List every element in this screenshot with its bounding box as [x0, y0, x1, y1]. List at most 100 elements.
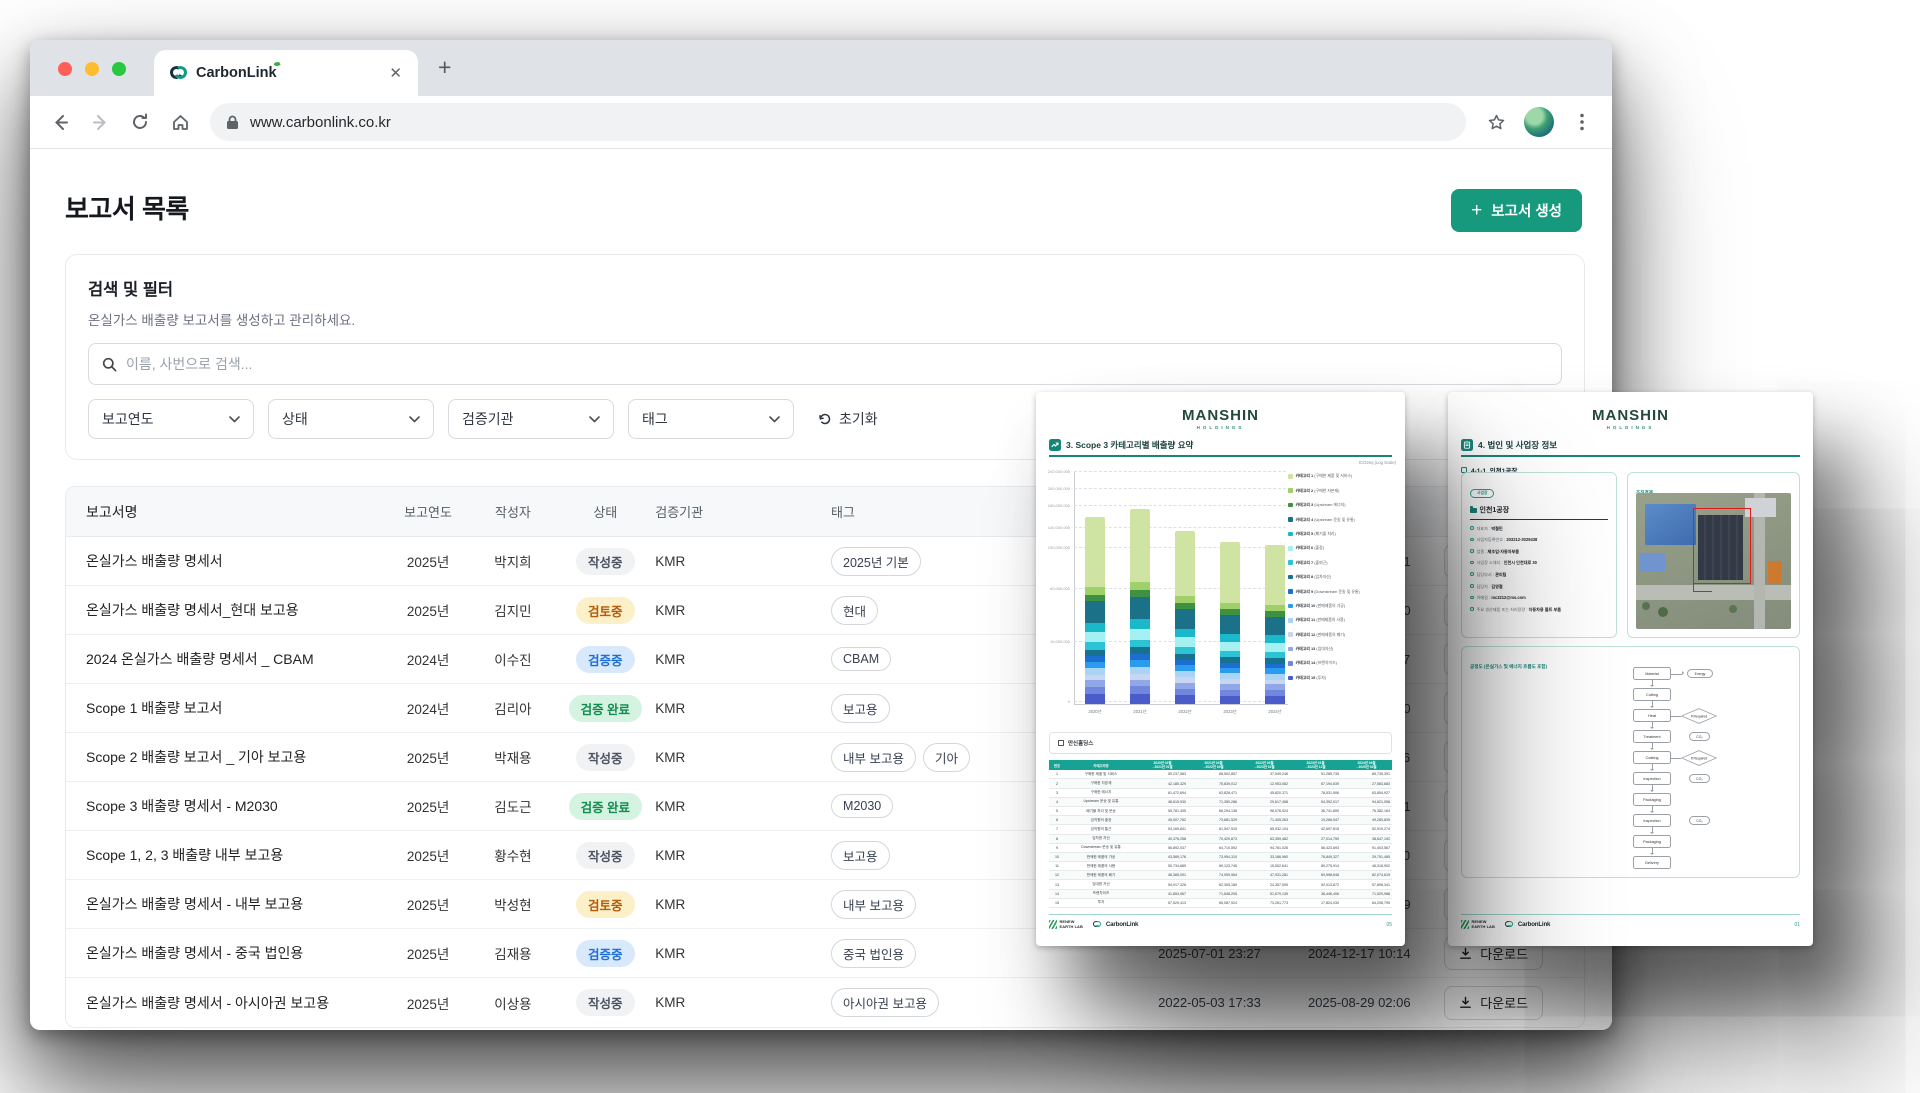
tab-close-icon[interactable]: ✕: [389, 64, 402, 82]
filter-dropdown-상태[interactable]: 상태: [268, 399, 434, 439]
legend-entry: 카테고리 6 (출장): [1288, 545, 1400, 551]
report-name[interactable]: Scope 1 배출량 보고서: [66, 698, 386, 718]
tag-pill: 내부 보고용: [831, 890, 916, 919]
bar-segment: [1130, 667, 1150, 674]
bar-segment: [1130, 582, 1150, 590]
bar-segment: [1085, 632, 1105, 642]
report-year: 2024년: [386, 698, 471, 718]
doc-table-row: 7임직원의 통근53,169,84161,547,91585,932,10442…: [1049, 825, 1392, 834]
tag-pill: M2030: [831, 794, 893, 818]
lock-icon: [226, 115, 239, 130]
report-year: 2025년: [386, 551, 471, 571]
manshin-logo: MANSHIN HOLDINGS: [1036, 392, 1405, 430]
doc1-section-title: 3. Scope 3 카테고리별 배출량 요약: [1066, 439, 1193, 451]
tag-pill: 중국 법인용: [831, 939, 916, 968]
field-icon: [1470, 572, 1474, 576]
reset-icon: [818, 412, 832, 426]
satellite-map: [1636, 493, 1791, 629]
chevron-down-icon: [229, 416, 240, 423]
back-button[interactable]: [42, 104, 78, 140]
created-timestamp: 2022-05-03 17:33: [1135, 995, 1285, 1010]
site-field: 대표자 : 박철민: [1470, 526, 1608, 532]
bar-segment: [1175, 629, 1195, 638]
scope3-data-table: 번호카테고리명2020년 02월- 2021년 01월2021년 04월- 20…: [1049, 760, 1392, 908]
site-field: 업종 : 제조업-자동차부품: [1470, 549, 1608, 555]
y-tick-label: 0: [1068, 699, 1070, 704]
report-name[interactable]: 온실가스 배출량 명세서_현대 보고용: [66, 600, 386, 620]
clipboard-icon: [1461, 439, 1473, 451]
site-field: 담당부서 : 관리팀: [1470, 572, 1608, 578]
report-name[interactable]: 2024 온실가스 배출량 명세서 _ CBAM: [66, 649, 386, 669]
bar-segment: [1220, 634, 1240, 642]
report-name[interactable]: 온실가스 배출량 명세서 - 중국 법인용: [66, 943, 386, 963]
flow-box: Inspection: [1633, 814, 1671, 827]
home-button[interactable]: [162, 104, 198, 140]
filter-dropdown-보고연도[interactable]: 보고연도: [88, 399, 254, 439]
report-author: 김재용: [470, 943, 555, 963]
stacked-bar: [1265, 545, 1285, 704]
column-header: 작성자: [470, 502, 555, 521]
status-badge: 작성중: [576, 744, 635, 771]
maximize-window-button[interactable]: [112, 62, 126, 76]
filter-dropdown-태그[interactable]: 태그: [628, 399, 794, 439]
field-icon: [1470, 607, 1474, 611]
report-name[interactable]: Scope 1, 2, 3 배출량 내부 보고용: [66, 845, 386, 865]
bookmark-star-icon[interactable]: [1478, 104, 1514, 140]
browser-tab[interactable]: CarbonLink ✕: [154, 50, 418, 96]
url-bar[interactable]: www.carbonlink.co.kr: [210, 103, 1466, 141]
doc-table-row: 6임직원의 출장45,007,76273,681,52971,405,26319…: [1049, 816, 1392, 825]
download-button[interactable]: 다운로드: [1444, 986, 1543, 1020]
site-field: 주요 생산제품 또는 처리용량 : 자동차용 볼트 부품: [1470, 607, 1608, 613]
close-window-button[interactable]: [58, 62, 72, 76]
manshin-logo: MANSHIN HOLDINGS: [1448, 392, 1813, 430]
report-name[interactable]: 온실가스 배출량 명세서: [66, 551, 386, 571]
report-year: 2025년: [386, 845, 471, 865]
table-row[interactable]: 온실가스 배출량 명세서 - 아시아권 보고용 2025년 이상용 작성중 KM…: [66, 978, 1584, 1027]
forward-button[interactable]: [82, 104, 118, 140]
verification-org: KMR: [655, 554, 805, 569]
reset-filters-button[interactable]: 초기화: [818, 409, 878, 429]
created-timestamp: 2025-07-01 23:27: [1135, 946, 1285, 961]
company-bar: 만신홀딩스: [1049, 732, 1392, 754]
report-name[interactable]: 온실가스 배출량 명세서 - 내부 보고용: [66, 894, 386, 914]
updated-timestamp: 2025-08-29 02:06: [1284, 995, 1434, 1010]
bar-segment: [1085, 601, 1105, 623]
y-tick-label: 140,000,000: [1048, 525, 1070, 530]
url-text: www.carbonlink.co.kr: [250, 114, 391, 131]
create-report-button[interactable]: + 보고서 생성: [1451, 189, 1582, 232]
verification-org: KMR: [655, 897, 805, 912]
verification-org: KMR: [655, 750, 805, 765]
report-preview-site-info: MANSHIN HOLDINGS 4. 법인 및 사업장 정보 4-1-1. 인…: [1448, 392, 1813, 946]
search-input[interactable]: [126, 356, 1548, 372]
report-name[interactable]: 온실가스 배출량 명세서 - 아시아권 보고용: [66, 993, 386, 1013]
chevron-down-icon: [589, 416, 600, 423]
kebab-menu-icon[interactable]: [1564, 104, 1600, 140]
report-author: 이상용: [470, 993, 555, 1013]
doc-table-row: 14프랜차이즈41,853,96771,648,20551,679,13938,…: [1049, 890, 1392, 899]
filter-dropdown-검증기관[interactable]: 검증기관: [448, 399, 614, 439]
bar-segment: [1220, 542, 1240, 603]
minimize-window-button[interactable]: [85, 62, 99, 76]
doc2-section-title: 4. 법인 및 사업장 정보: [1478, 439, 1557, 451]
verification-org: KMR: [655, 701, 805, 716]
bar-segment: [1175, 531, 1195, 596]
reload-button[interactable]: [122, 104, 158, 140]
tag-pill: 내부 보고용: [831, 743, 916, 772]
flow-oval: CO₂: [1689, 732, 1710, 741]
search-input-box[interactable]: [88, 343, 1562, 385]
legend-entry: 카테고리 4 (Upstream 운송 및 유통): [1288, 517, 1400, 523]
svg-text:If Required: If Required: [1691, 756, 1708, 760]
bar-segment: [1175, 637, 1195, 647]
bar-segment: [1130, 619, 1150, 629]
report-name[interactable]: Scope 3 배출량 명세서 - M2030: [66, 796, 386, 816]
status-badge: 작성중: [576, 842, 635, 869]
legend-entry: 카테고리 3 (Upstream 에너지): [1288, 502, 1400, 508]
new-tab-button[interactable]: +: [438, 56, 451, 78]
report-name[interactable]: Scope 2 배출량 보고서 _ 기아 보고용: [66, 747, 386, 767]
legend-entry: 카테고리 5 (폐기물 처리): [1288, 531, 1400, 537]
bar-segment: [1130, 509, 1150, 582]
flow-box: Inspection: [1633, 772, 1671, 785]
profile-avatar[interactable]: [1524, 107, 1554, 137]
bar-segment: [1220, 696, 1240, 704]
scope3-stacked-bar-chart: 240,000,000200,000,000160,000,000140,000…: [1036, 454, 1405, 722]
